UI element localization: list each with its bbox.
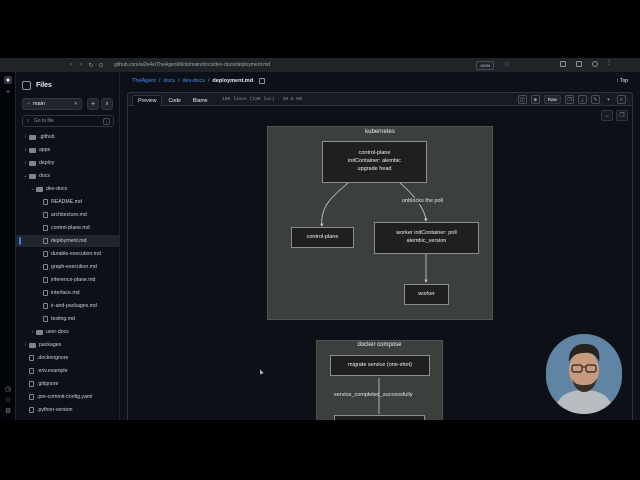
node-line: control-plane [358,150,391,157]
node-line: worker initContainer: poll [396,230,457,237]
webcam-overlay [546,334,622,414]
edge-label-unblocks-poll: unblocks the poll [401,198,444,204]
node-worker-init: worker initContainer: poll alembic_versio… [374,222,479,254]
edge-label-service-completed: service_completed_successfully [333,392,414,398]
node-line: initContainer: alembic [348,158,401,165]
node-control-plane-init: control-plane initContainer: alembic upgra… [322,141,427,183]
node-migrate-service: migrate service (one-shot) [330,355,430,376]
node-next-service [334,415,425,420]
docker-compose-cluster: docker compose [316,340,443,420]
presenter-avatar [546,334,622,414]
node-control-plane: control-plane [291,227,354,248]
node-line: upgrade head [357,165,392,172]
screen: ‹ › ↻ ⊙ github.com/ai2e4e/TheAgent/blob/… [0,0,640,480]
node-worker: worker [404,284,449,305]
docker-compose-title: docker compose [357,342,402,348]
edge-init-to-control-plane [320,182,349,227]
browser-window: ‹ › ↻ ⊙ github.com/ai2e4e/TheAgent/blob/… [0,58,640,420]
node-line: alembic_version [406,238,447,244]
